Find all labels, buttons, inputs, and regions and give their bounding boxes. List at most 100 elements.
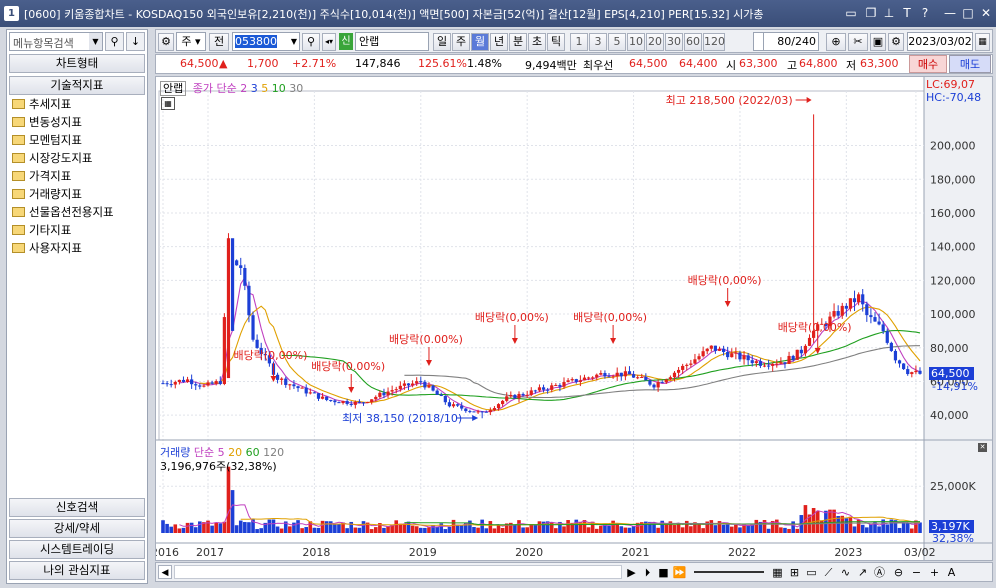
candle-body [501, 400, 505, 405]
volume-bar [472, 526, 476, 533]
period-select[interactable]: 주 ▾ [176, 32, 206, 51]
volume-bar [537, 521, 542, 533]
zoom-slider[interactable] [694, 571, 764, 573]
dividend-annotation: 배당락(0,00%) [778, 321, 852, 334]
grid-table-icon[interactable]: ▦ [161, 97, 175, 110]
layout-icon[interactable]: ▭ [843, 5, 859, 21]
volume-bar [517, 520, 521, 533]
pin-icon[interactable]: ⊥ [881, 5, 897, 21]
close-icon[interactable]: ✕ [978, 5, 994, 21]
volume-bar [382, 527, 386, 533]
volume-bar [414, 526, 419, 533]
close-pane-icon[interactable]: ✕ [978, 443, 987, 452]
interval-number-button[interactable]: 1 [570, 33, 588, 51]
period-button[interactable]: 틱 [547, 33, 565, 51]
my-indicator-button[interactable]: 나의 관심지표 [9, 561, 145, 580]
stop-icon[interactable]: ■ [656, 565, 671, 580]
period-button[interactable]: 일 [433, 33, 451, 51]
candle-body [910, 372, 914, 375]
buy-button[interactable]: 매수 [909, 55, 947, 73]
period-button[interactable]: 월 [471, 33, 489, 51]
folder-item[interactable]: 가격지표 [12, 168, 71, 185]
minus-icon[interactable]: − [909, 565, 924, 580]
candle-body [296, 386, 300, 389]
folder-item[interactable]: 거래량지표 [12, 186, 82, 203]
folder-item[interactable]: 변동성지표 [12, 114, 82, 131]
text-tool-icon[interactable]: Ⓐ [872, 565, 887, 580]
interval-number-button[interactable]: 120 [703, 33, 725, 51]
folder-item[interactable]: 선물옵션전용지표 [12, 204, 114, 221]
candle-body [488, 410, 492, 413]
help-icon[interactable]: ? [917, 5, 933, 21]
interval-number-button[interactable]: 10 [627, 33, 645, 51]
calendar-icon[interactable]: ▦ [975, 33, 990, 51]
volume-bar [418, 527, 423, 533]
interval-number-button[interactable]: 20 [646, 33, 664, 51]
tech-indicator-button[interactable]: 기술적지표 [9, 76, 145, 95]
volume-bar [754, 519, 759, 533]
scroll-right-icon[interactable]: ▶ [624, 565, 639, 580]
search-dropdown-icon[interactable]: ▼ [89, 33, 102, 50]
new-badge: 신 [339, 33, 353, 50]
period-button[interactable]: 분 [509, 33, 527, 51]
interval-number-button[interactable]: 30 [665, 33, 683, 51]
save-icon[interactable]: ▣ [870, 33, 886, 51]
scroll-track[interactable] [174, 565, 622, 579]
signal-search-button[interactable]: 신호검색 [9, 498, 145, 517]
list-dropdown-icon[interactable]: ◂▾ [322, 33, 336, 51]
chart-type-button[interactable]: 차트형태 [9, 54, 145, 73]
grid-icon[interactable]: ▦ [770, 565, 785, 580]
volume-bar [193, 527, 198, 533]
bottom-scrollbar[interactable]: ◀ ▶ ⏵ ■ ⏩ ▦ ⊞ ▭ ⟋ ∿ ↗ Ⓐ ⊖ − + A [155, 562, 993, 582]
scroll-left-icon[interactable]: ◀ [158, 565, 172, 579]
font-icon[interactable]: T [899, 5, 915, 21]
volume-bar [476, 527, 480, 533]
period-button[interactable]: 년 [490, 33, 508, 51]
candle-body [721, 348, 726, 352]
zoom-tool-icon[interactable]: ⊕ [826, 33, 846, 51]
candle-body [181, 379, 186, 382]
zoom-out-icon[interactable]: ⊖ [891, 565, 906, 580]
folder-item[interactable]: 모멘텀지표 [12, 132, 82, 149]
folder-item[interactable]: 추세지표 [12, 96, 71, 113]
wave-icon[interactable]: ∿ [838, 565, 853, 580]
search-icon[interactable]: ⚲ [105, 32, 124, 51]
chart-settings-icon[interactable]: ⚙ [158, 33, 174, 51]
fast-forward-icon[interactable]: ⏩ [672, 565, 687, 580]
copy-icon[interactable]: ❐ [863, 5, 879, 21]
minimize-icon[interactable]: — [942, 5, 958, 21]
window-icon[interactable]: ▭ [804, 565, 819, 580]
interval-number-button[interactable]: 5 [608, 33, 626, 51]
prev-button[interactable]: 전 [209, 33, 229, 51]
folder-item[interactable]: 사용자지표 [12, 240, 82, 257]
folder-item[interactable]: 시장강도지표 [12, 150, 92, 167]
folder-item[interactable]: 기타지표 [12, 222, 71, 239]
arrow-down-icon[interactable]: ↓ [126, 32, 145, 51]
tools-icon[interactable]: ✂ [848, 33, 868, 51]
sell-button[interactable]: 매도 [949, 55, 991, 73]
stock-code-input[interactable]: 053800 ▼ [232, 32, 300, 51]
search-code-icon[interactable]: ⚲ [302, 33, 320, 51]
chart-pane[interactable]: 40,000 60,000 80,000 100,000 120,000 140,000 1… [155, 76, 993, 561]
trend-icon[interactable]: ↗ [855, 565, 870, 580]
strength-button[interactable]: 강세/약세 [9, 519, 145, 538]
candle-body [357, 401, 362, 403]
period-button[interactable]: 초 [528, 33, 546, 51]
price-volume-chart[interactable]: 40,00060,00080,000100,000120,000140,0001… [156, 77, 992, 560]
period-button[interactable]: 주 [452, 33, 470, 51]
interval-number-button[interactable]: 60 [684, 33, 702, 51]
legend-ma-10: 10 [271, 82, 286, 95]
count-input[interactable]: 80/240 [763, 32, 819, 51]
plus-icon[interactable]: + [927, 565, 942, 580]
gear-icon[interactable]: ⚙ [888, 33, 904, 51]
split-icon[interactable]: ⊞ [787, 565, 802, 580]
legend-ma-label: 종가 단순 [192, 82, 237, 95]
diagonal-icon[interactable]: ⟋ [821, 565, 836, 580]
date-input[interactable]: 2023/03/02 [907, 32, 973, 51]
font-size-icon[interactable]: A [944, 565, 959, 580]
play-icon[interactable]: ⏵ [640, 565, 655, 580]
maximize-icon[interactable]: □ [960, 5, 976, 21]
code-dropdown-icon[interactable]: ▼ [291, 33, 297, 50]
interval-number-button[interactable]: 3 [589, 33, 607, 51]
system-trading-button[interactable]: 시스템트레이딩 [9, 540, 145, 559]
